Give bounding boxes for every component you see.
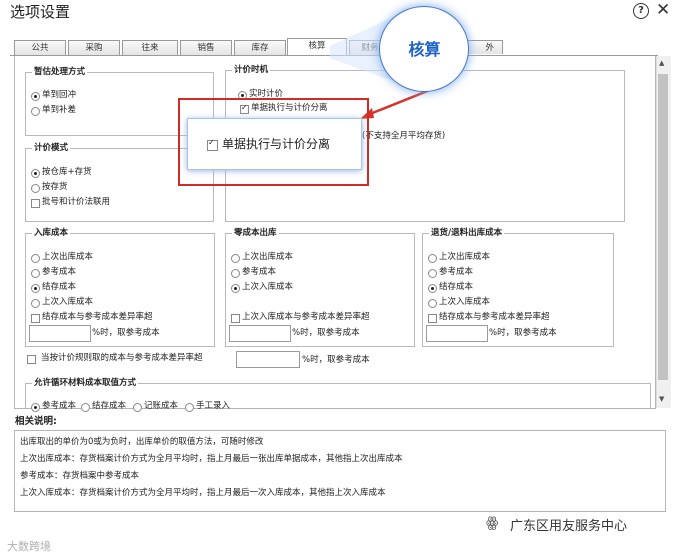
radio-ref-cost[interactable] bbox=[31, 403, 40, 412]
radio-last-in[interactable] bbox=[428, 299, 437, 308]
checkbox-label: 批号和计价法联用 bbox=[42, 197, 111, 207]
suffix-label: %时，取参考成本 bbox=[489, 328, 557, 338]
radio-balance[interactable] bbox=[31, 284, 40, 293]
checkbox-rule-diff[interactable] bbox=[27, 355, 36, 364]
tab-purchase[interactable]: 采购 bbox=[68, 40, 120, 55]
radio-label: 按仓库+存货 bbox=[42, 167, 92, 177]
checkbox-label: 上次入库成本与参考成本差异率超 bbox=[242, 312, 370, 322]
radio-label: 上次入库成本 bbox=[242, 282, 294, 292]
radio-label: 单到补差 bbox=[42, 105, 77, 115]
tab-public[interactable]: 公共 bbox=[14, 40, 66, 55]
callout-circle-label: 核算 bbox=[408, 40, 441, 59]
radio-reference[interactable] bbox=[31, 269, 40, 278]
group-title: 入库成本 bbox=[32, 228, 71, 239]
watermark-left: 大数跨境 bbox=[7, 540, 51, 553]
radio-last-out[interactable] bbox=[428, 254, 437, 263]
zoom-checkbox-icon bbox=[207, 138, 218, 151]
wechat-icon: ꙮ bbox=[486, 515, 499, 531]
diff-rate-input[interactable] bbox=[426, 325, 488, 342]
radio-last-in[interactable] bbox=[231, 284, 240, 293]
tab-sales[interactable]: 销售 bbox=[180, 40, 232, 55]
explanation-title: 相关说明: bbox=[15, 416, 57, 427]
group-title: 暂估处理方式 bbox=[32, 67, 88, 78]
checkbox-diff-rate[interactable] bbox=[31, 314, 40, 323]
scroll-down-icon[interactable]: ▼ bbox=[659, 395, 664, 403]
radio-label: 单到回冲 bbox=[42, 90, 77, 100]
radio-label: 结存成本 bbox=[42, 282, 77, 292]
title-bar: 选项设置 ? ✕ bbox=[0, 0, 683, 26]
radio-balance-cost[interactable] bbox=[81, 403, 90, 412]
suffix-label: %时，取参考成本 bbox=[292, 328, 360, 338]
radio-label: 手工录入 bbox=[196, 401, 231, 411]
group-title: 退货/退料出库成本 bbox=[429, 228, 505, 239]
radio-last-out[interactable] bbox=[231, 254, 240, 263]
checkbox-label: 结存成本与参考成本差异率超 bbox=[439, 312, 550, 322]
zoom-checkbox-label: 单据执行与计价分离 bbox=[222, 137, 331, 151]
explanation-line: 参考成本：存货档案中参考成本 bbox=[20, 471, 140, 481]
radio-label: 上次出库成本 bbox=[242, 252, 294, 262]
group-title: 计价模式 bbox=[32, 143, 71, 154]
radio-booked-cost[interactable] bbox=[133, 403, 142, 412]
radio-label: 上次出库成本 bbox=[42, 252, 94, 262]
group-title: 零成本出库 bbox=[232, 228, 279, 239]
checkbox-diff-rate[interactable] bbox=[428, 314, 437, 323]
radio-difference[interactable] bbox=[31, 107, 40, 116]
scrollbar-thumb[interactable] bbox=[658, 74, 668, 380]
radio-reference[interactable] bbox=[428, 269, 437, 278]
radio-reversal[interactable] bbox=[31, 92, 40, 101]
radio-label: 参考成本 bbox=[242, 267, 277, 277]
radio-last-out[interactable] bbox=[31, 254, 40, 263]
radio-warehouse-inventory[interactable] bbox=[31, 169, 40, 178]
explanation-line: 出库取出的单价为0或为负时，出库单价的取值方法，可随时修改 bbox=[20, 437, 264, 447]
radio-label: 结存成本 bbox=[92, 401, 127, 411]
radio-manual[interactable] bbox=[185, 403, 194, 412]
window-title: 选项设置 bbox=[10, 3, 71, 21]
scroll-up-icon[interactable]: ▲ bbox=[659, 59, 664, 67]
radio-last-in[interactable] bbox=[31, 299, 40, 308]
radio-label: 记账成本 bbox=[144, 401, 179, 411]
checkbox-diff-rate[interactable] bbox=[231, 314, 240, 323]
rule-suffix: %时，取参考成本 bbox=[302, 355, 370, 365]
checkbox-batch-pricing[interactable] bbox=[31, 199, 40, 208]
radio-label: 上次入库成本 bbox=[42, 297, 94, 307]
help-icon[interactable]: ? bbox=[633, 3, 649, 19]
radio-label: 参考成本 bbox=[42, 267, 77, 277]
group-title: 允许循环材料成本取值方式 bbox=[32, 378, 139, 389]
diff-rate-input[interactable] bbox=[29, 325, 91, 342]
radio-label: 按存货 bbox=[42, 182, 68, 192]
tab-accounts[interactable]: 往来 bbox=[122, 40, 178, 55]
tab-inventory[interactable]: 库存 bbox=[234, 40, 286, 55]
checkbox-label: 结存成本与参考成本差异率超 bbox=[42, 312, 153, 322]
radio-label: 结存成本 bbox=[439, 282, 474, 292]
close-icon[interactable]: ✕ bbox=[656, 1, 670, 19]
explanation-line: 上次出库成本：存货档案计价方式为全月平均时，指上月最后一张出库单据成本，其他指上… bbox=[20, 454, 403, 464]
radio-reference[interactable] bbox=[231, 269, 240, 278]
radio-balance[interactable] bbox=[428, 284, 437, 293]
group-title: 计价时机 bbox=[232, 65, 271, 76]
diff-rate-input[interactable] bbox=[229, 325, 291, 342]
pricing-note: (不支持全月平均存货) bbox=[362, 131, 446, 141]
radio-label: 参考成本 bbox=[439, 267, 474, 277]
rule-diff-input[interactable] bbox=[236, 351, 300, 368]
radio-inventory[interactable] bbox=[31, 184, 40, 193]
radio-label: 上次出库成本 bbox=[439, 252, 491, 262]
watermark-right: 广东区用友服务中心 bbox=[510, 519, 628, 534]
explanation-line: 上次入库成本：存货档案计价方式为全月平均时，指上月最后一次入库成本，其他指上次入… bbox=[20, 488, 386, 498]
radio-label: 上次入库成本 bbox=[439, 297, 491, 307]
rule-label: 当按计价规则取的成本与参考成本差异率超 bbox=[41, 353, 203, 363]
suffix-label: %时，取参考成本 bbox=[92, 328, 160, 338]
tab-accounting[interactable]: 核算 bbox=[287, 38, 347, 56]
radio-label: 参考成本 bbox=[42, 401, 77, 411]
